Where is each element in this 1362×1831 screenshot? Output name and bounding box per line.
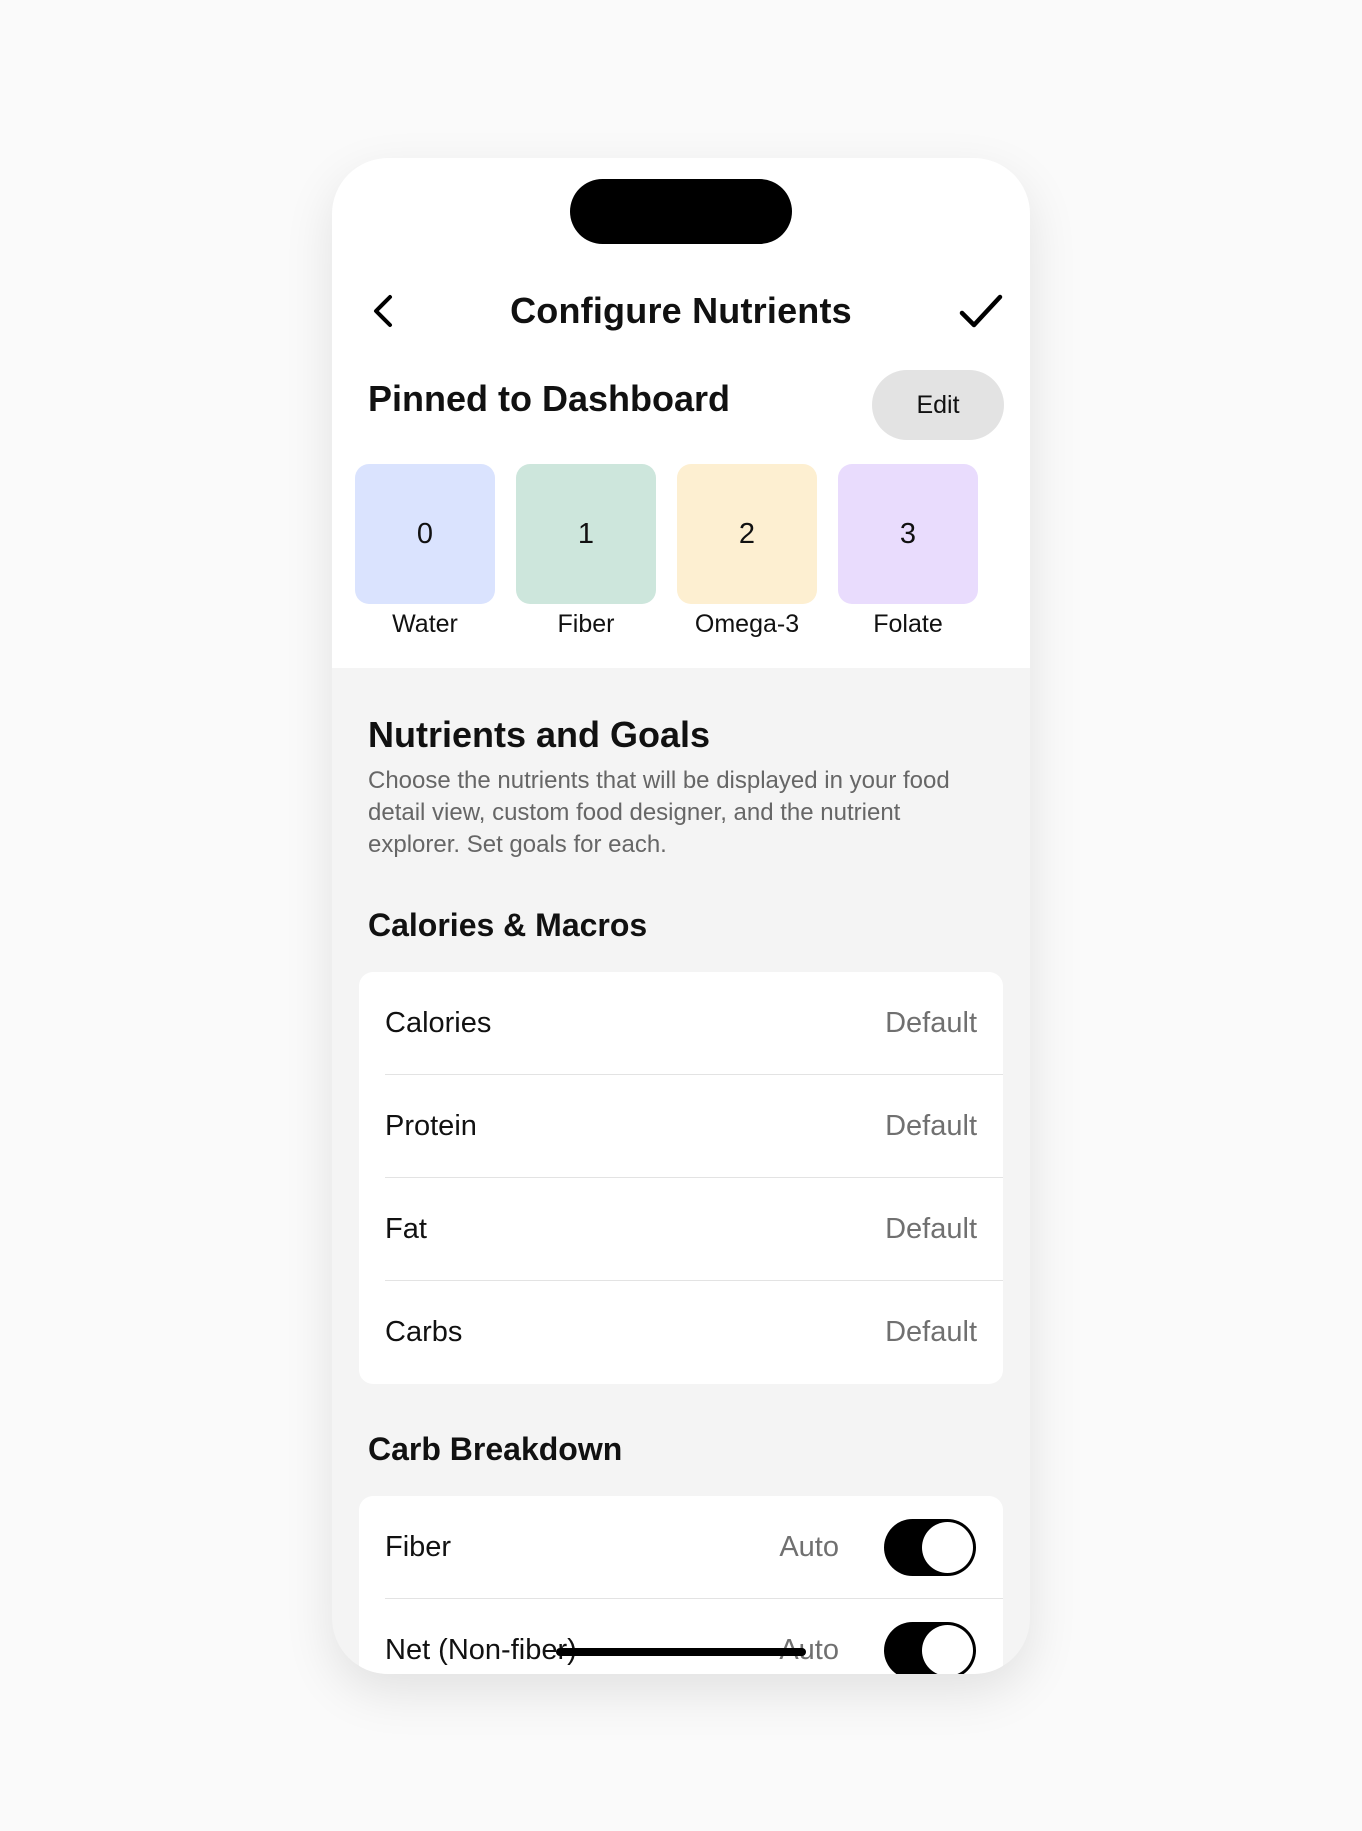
list-item[interactable]: Protein Default	[359, 1075, 1003, 1178]
list-item[interactable]: Calories Default	[359, 972, 1003, 1075]
row-value: Auto	[779, 1531, 839, 1563]
row-value: Default	[885, 1110, 977, 1142]
list-item[interactable]: Fiber Auto	[359, 1496, 1003, 1599]
pinned-title: Pinned to Dashboard	[368, 378, 731, 419]
home-indicator	[556, 1648, 806, 1656]
tile-label: Omega-3	[694, 610, 800, 638]
list-item[interactable]: Fat Default	[359, 1178, 1003, 1281]
row-value: Default	[885, 1007, 977, 1039]
row-value: Default	[885, 1213, 977, 1245]
row-label: Protein	[385, 1110, 477, 1142]
row-value: Default	[885, 1316, 977, 1348]
tile-number: 1	[577, 517, 595, 550]
pinned-tile-water[interactable]: 0	[355, 464, 495, 604]
tile-label: Folate	[873, 610, 943, 638]
net-carbs-toggle[interactable]	[884, 1622, 976, 1674]
fiber-toggle[interactable]	[884, 1519, 976, 1576]
nutrients-title: Nutrients and Goals	[368, 714, 711, 755]
tile-label: Fiber	[557, 610, 615, 638]
macros-title: Calories & Macros	[368, 907, 648, 943]
list-item[interactable]: Carbs Default	[359, 1281, 1003, 1384]
macros-card: Calories Default Protein Default Fat Def…	[359, 972, 1003, 1384]
checkmark-icon[interactable]	[958, 292, 1004, 332]
nutrients-description: Choose the nutrients that will be displa…	[368, 767, 950, 858]
toggle-knob	[922, 1522, 973, 1573]
pinned-tile-fiber[interactable]: 1	[516, 464, 656, 604]
row-label: Calories	[385, 1007, 492, 1039]
page-title: Configure Nutrients	[510, 290, 852, 331]
row-label: Net (Non-fiber)	[385, 1634, 577, 1666]
tile-label: Water	[392, 610, 458, 638]
toggle-knob	[922, 1625, 973, 1674]
list-item[interactable]: Net (Non-fiber) Auto	[359, 1599, 1003, 1674]
carb-breakdown-title: Carb Breakdown	[368, 1431, 623, 1467]
tile-number: 3	[899, 517, 917, 550]
row-label: Fiber	[385, 1531, 452, 1563]
phone-screen: Configure Nutrients Pinned to Dashboard …	[332, 158, 1030, 1674]
tile-number: 0	[416, 517, 434, 550]
pinned-tile-folate[interactable]: 3	[838, 464, 978, 604]
row-label: Carbs	[385, 1316, 463, 1348]
dynamic-island	[570, 179, 792, 244]
edit-button[interactable]: Edit	[872, 370, 1004, 440]
tile-number: 2	[738, 517, 756, 550]
pinned-tile-omega-3[interactable]: 2	[677, 464, 817, 604]
row-label: Fat	[385, 1213, 427, 1245]
